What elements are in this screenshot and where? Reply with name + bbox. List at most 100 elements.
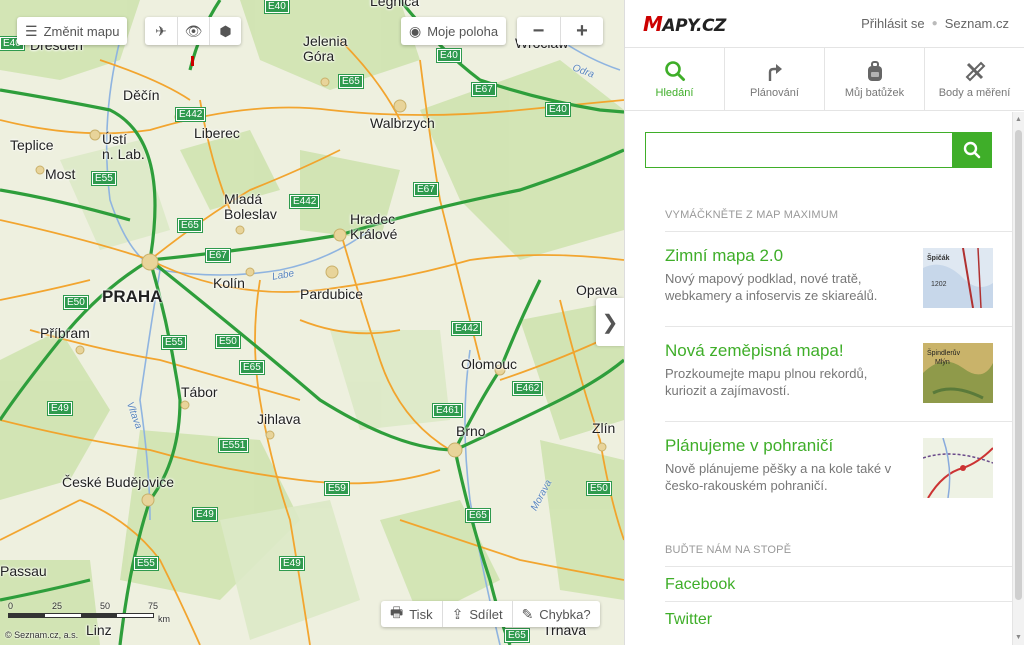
promo-title[interactable]: Plánujeme v pohraničí <box>665 436 833 456</box>
seznam-link[interactable]: Seznam.cz <box>945 16 1009 31</box>
tab-label: Hledání <box>655 87 694 99</box>
road-shield: E40 <box>436 48 462 63</box>
cube-icon[interactable]: ⬢ <box>209 17 241 45</box>
mapy-logo[interactable]: MAPY.CZ <box>643 12 726 36</box>
scroll-down-arrow-icon[interactable]: ▼ <box>1015 634 1022 641</box>
city-label[interactable]: Passau <box>0 564 47 579</box>
separator-dot: ● <box>931 18 938 29</box>
switch-map-label: Změnit mapu <box>43 23 120 39</box>
search-form <box>645 132 992 168</box>
zoom-out-button[interactable]: − <box>517 17 560 45</box>
backpack-icon <box>865 59 885 83</box>
share-icon: ⇪ <box>451 605 464 622</box>
collapse-panel-button[interactable]: ❯ <box>596 298 624 346</box>
city-label[interactable]: Ústí n. Lab. <box>102 132 145 162</box>
sidebar-content[interactable]: VYMÁČKNĚTE Z MAP MAXIMUM Zimní mapa 2.0 N… <box>625 112 1013 645</box>
report-button-label: Chybka? <box>539 606 591 622</box>
city-label[interactable]: České Budějovice <box>62 475 174 490</box>
plane-icon[interactable]: ✈ <box>145 17 177 45</box>
tab-label: Plánování <box>750 87 799 99</box>
road-shield: E40 <box>545 102 571 117</box>
scrollbar-thumb[interactable] <box>1015 130 1022 600</box>
scroll-up-arrow-icon[interactable]: ▲ <box>1015 116 1022 123</box>
promo-thumbnail[interactable] <box>923 438 993 498</box>
printer-icon: 🖶 <box>390 604 404 620</box>
map-canvas[interactable]: DresdenJelenia GóraWrocławDěčínWalbrzych… <box>0 0 624 645</box>
sidebar-tabs: Hledání Plánování Můj batůžek Body a měření <box>625 48 1024 111</box>
city-label[interactable]: Linz <box>86 623 112 638</box>
road-shield: E50 <box>586 481 612 496</box>
city-label[interactable]: Pardubice <box>300 287 363 302</box>
promo-title[interactable]: Zimní mapa 2.0 <box>665 246 783 266</box>
search-button[interactable] <box>952 132 992 168</box>
road-shield: E442 <box>450 321 483 336</box>
layer-toggles: ✈ 👁 ⬢ <box>145 17 241 45</box>
svg-text:Špičák: Špičák <box>927 253 950 262</box>
road-shield: E49 <box>47 401 73 416</box>
mapy-app: DresdenJelenia GóraWrocławDěčínWalbrzych… <box>0 0 1024 645</box>
sidebar-scrollbar[interactable]: ▲ ▼ <box>1012 112 1024 645</box>
city-label[interactable]: Kolín <box>213 276 245 291</box>
tab-measure[interactable]: Body a měření <box>925 48 1024 110</box>
city-label[interactable]: Děčín <box>123 88 160 103</box>
login-link[interactable]: Přihlásit se <box>861 16 925 31</box>
road-shield: E551 <box>217 438 250 453</box>
city-label[interactable]: Olomouc <box>461 357 517 372</box>
city-label[interactable]: Opava <box>576 283 617 298</box>
ruler-pencil-icon <box>964 59 986 83</box>
top-bar: MAPY.CZ Přihlásit se ● Seznam.cz <box>625 0 1024 48</box>
road-shield: E59 <box>324 481 350 496</box>
print-button[interactable]: 🖶 Tisk <box>381 601 442 627</box>
promo-thumbnail[interactable]: Špindlerův Mlýn <box>923 343 993 403</box>
promo-item[interactable]: Plánujeme v pohraničí Nově plánujeme pěšk… <box>665 421 1012 516</box>
city-label[interactable]: Jelenia Góra <box>303 34 347 64</box>
social-link-facebook[interactable]: Facebook <box>665 566 1012 601</box>
road-shield: E65 <box>465 508 491 523</box>
city-label[interactable]: Walbrzych <box>370 116 435 131</box>
tab-label: Můj batůžek <box>844 87 905 99</box>
city-label[interactable]: Brno <box>456 424 486 439</box>
promo-description: Nový mapový podklad, nové tratě, webkame… <box>665 271 878 303</box>
my-position-button[interactable]: ◉ Moje poloha <box>401 17 507 45</box>
scale-tick-label: 25 <box>52 601 63 611</box>
svg-text:Mlýn: Mlýn <box>935 359 950 366</box>
city-label[interactable]: Most <box>45 167 75 182</box>
city-label[interactable]: Mladá Boleslav <box>224 192 277 222</box>
zoom-in-button[interactable]: + <box>560 17 603 45</box>
social-link-twitter[interactable]: Twitter <box>665 601 1012 636</box>
city-label[interactable]: PRAHA <box>102 288 162 305</box>
promo-item[interactable]: Nová zeměpisná mapa! Prozkoumejte mapu pl… <box>665 326 1012 421</box>
city-label[interactable]: Teplice <box>10 138 54 153</box>
promo-description: Prozkoumejte mapu plnou rekordů, kuriozi… <box>665 366 868 398</box>
share-button-label: Sdílet <box>469 606 503 622</box>
tab-backpack[interactable]: Můj batůžek <box>825 48 925 110</box>
city-label[interactable]: Jihlava <box>257 412 301 427</box>
promo-title[interactable]: Nová zeměpisná mapa! <box>665 341 844 361</box>
switch-map-button[interactable]: ☰ Změnit mapu <box>17 17 128 45</box>
report-button[interactable]: ✎ Chybka? <box>511 601 600 627</box>
tab-planning[interactable]: Plánování <box>725 48 825 110</box>
city-label[interactable]: Hradec Králové <box>350 212 397 242</box>
eye-icon[interactable]: 👁 <box>177 17 209 45</box>
city-label[interactable]: Zlín <box>592 421 615 436</box>
city-label[interactable]: Liberec <box>194 126 240 141</box>
road-shield: E50 <box>63 295 89 310</box>
social-heading: BUĎTE NÁM NA STOPĚ <box>665 544 792 556</box>
promo-item[interactable]: Zimní mapa 2.0 Nový mapový podklad, nové … <box>665 231 1012 326</box>
print-button-label: Tisk <box>409 606 433 622</box>
search-input[interactable] <box>645 132 952 168</box>
city-label[interactable]: Tábor <box>181 385 218 400</box>
promo-thumbnail[interactable]: Špičák 1202 <box>923 248 993 308</box>
tab-search[interactable]: Hledání <box>625 48 725 110</box>
sidebar: MAPY.CZ Přihlásit se ● Seznam.cz Hledání… <box>624 0 1024 645</box>
road-shield: E49 <box>192 507 218 522</box>
city-label[interactable]: Legnica <box>370 0 419 9</box>
svg-text:1202: 1202 <box>931 281 947 288</box>
map-bottom-toolbar: 🖶 Tisk ⇪ Sdílet ✎ Chybka? <box>381 601 600 627</box>
city-label[interactable]: Příbram <box>40 326 90 341</box>
layers-icon: ☰ <box>25 22 38 39</box>
pencil-icon: ✎ <box>521 605 534 622</box>
share-button[interactable]: ⇪ Sdílet <box>441 601 512 627</box>
route-arrow-icon <box>765 59 785 83</box>
promo-description: Nově plánujeme pěšky a na kole také v če… <box>665 461 892 493</box>
